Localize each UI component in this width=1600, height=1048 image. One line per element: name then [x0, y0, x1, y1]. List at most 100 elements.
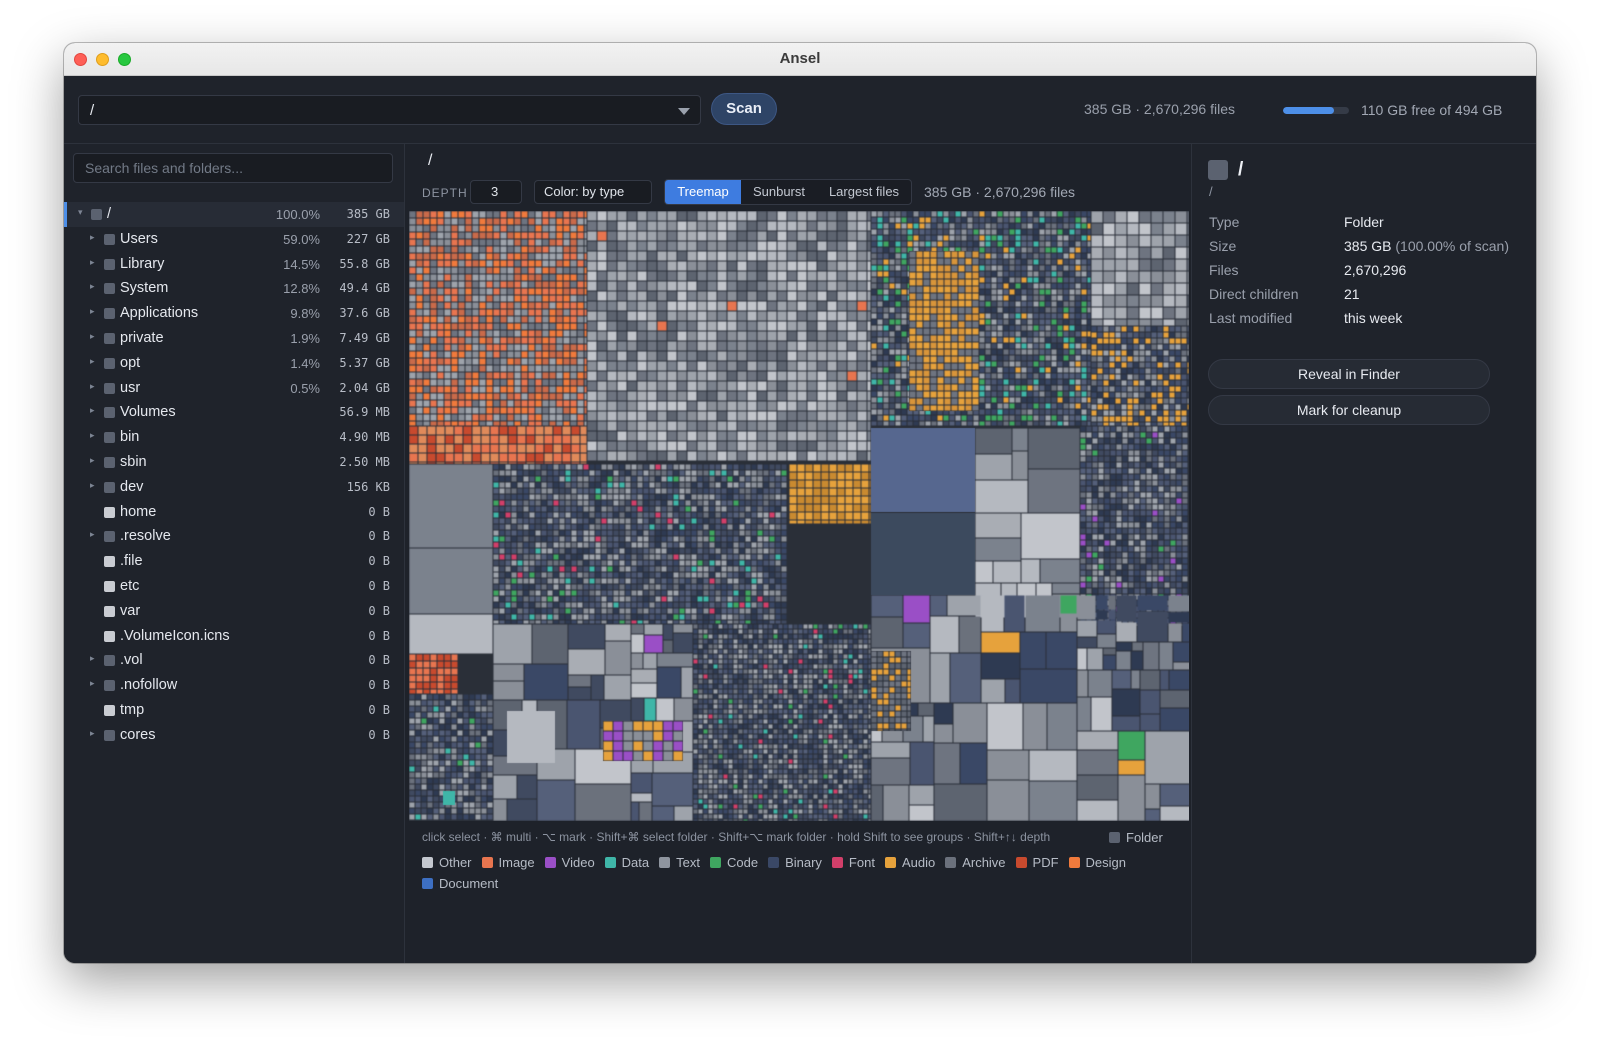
disclosure-closed-icon[interactable]: ▸: [90, 405, 95, 416]
detail-key: Last modified: [1209, 310, 1293, 326]
disclosure-closed-icon[interactable]: ▸: [90, 306, 95, 317]
scan-stats: 385 GB · 2,670,296 files: [1084, 101, 1235, 117]
legend-swatch: [422, 857, 433, 868]
legend-label: Other: [439, 855, 472, 870]
legend-item: Code: [709, 852, 758, 873]
tab-sunburst[interactable]: Sunburst: [741, 180, 817, 204]
tree-row[interactable]: tmp 0 B: [64, 698, 404, 723]
tree-item-size: 0 B: [368, 678, 390, 693]
tree-row[interactable]: ▸ Applications 9.8% 37.6 GB: [64, 301, 404, 326]
legend-item: Image: [481, 852, 535, 873]
tree-row[interactable]: ▸ .nofollow 0 B: [64, 673, 404, 698]
chevron-down-icon[interactable]: [678, 108, 690, 115]
tree-item-name: etc: [120, 577, 140, 594]
scan-button[interactable]: Scan: [711, 93, 777, 125]
tree-row[interactable]: ▸ .vol 0 B: [64, 648, 404, 673]
disclosure-closed-icon[interactable]: ▸: [90, 529, 95, 540]
tree-item-size: 0 B: [368, 578, 390, 593]
legend-item: Data: [604, 852, 649, 873]
legend-swatch: [481, 857, 493, 868]
detail-row: Type Folder: [1209, 214, 1509, 231]
app-window: Ansel / Scan 385 GB · 2,670,296 files 11…: [64, 43, 1536, 963]
tree-item-name: .vol: [120, 652, 143, 669]
disclosure-closed-icon[interactable]: ▸: [90, 678, 95, 689]
legend-swatch: [831, 857, 843, 868]
tree-row[interactable]: ▸ bin 4.90 MB: [64, 425, 404, 450]
reveal-in-finder-button[interactable]: Reveal in Finder: [1208, 359, 1490, 389]
detail-value: this week: [1344, 310, 1403, 326]
tree-item-percent: 12.8%: [283, 281, 320, 297]
tree-item-percent: 9.8%: [290, 306, 320, 322]
title-bar: Ansel: [64, 43, 1536, 76]
color-mode-select[interactable]: Color: by type: [534, 180, 652, 204]
tree-row[interactable]: home 0 B: [64, 500, 404, 525]
legend-label: PDF: [1032, 855, 1059, 870]
folder-swatch-icon: [104, 481, 115, 493]
tree-row[interactable]: ▸ cores 0 B: [64, 723, 404, 748]
disclosure-closed-icon[interactable]: ▸: [90, 232, 95, 243]
disclosure-closed-icon[interactable]: ▸: [90, 455, 95, 466]
search-input[interactable]: [73, 153, 393, 183]
disclosure-closed-icon[interactable]: ▸: [90, 281, 95, 292]
tree-row[interactable]: ▸ opt 1.4% 5.37 GB: [64, 351, 404, 376]
legend-swatch: [1109, 832, 1120, 843]
tree-item-size: 156 KB: [346, 479, 390, 494]
tree-row[interactable]: ▾ / 100.0% 385 GB: [64, 202, 404, 227]
disclosure-closed-icon[interactable]: ▸: [90, 728, 95, 739]
legend-item: Design: [1068, 852, 1126, 873]
disclosure-closed-icon[interactable]: ▸: [90, 653, 95, 664]
tree-row[interactable]: ▸ private 1.9% 7.49 GB: [64, 326, 404, 351]
legend-swatch: [1015, 857, 1027, 868]
tree-row[interactable]: ▸ Users 59.0% 227 GB: [64, 227, 404, 252]
tab-treemap[interactable]: Treemap: [665, 180, 741, 204]
tree-row[interactable]: ▸ usr 0.5% 2.04 GB: [64, 376, 404, 401]
path-selector[interactable]: /: [78, 95, 701, 125]
type-legend: Other Image Video Data Text Code Binary Font Aud…: [422, 852, 1182, 894]
tree-item-name: Library: [120, 255, 165, 272]
tree-row[interactable]: ▸ Volumes 56.9 MB: [64, 400, 404, 425]
tree-row[interactable]: .file 0 B: [64, 549, 404, 574]
breadcrumb[interactable]: /: [428, 152, 432, 170]
disclosure-closed-icon[interactable]: ▸: [90, 381, 95, 392]
disclosure-closed-icon[interactable]: ▸: [90, 480, 95, 491]
treemap-canvas[interactable]: [409, 211, 1189, 821]
detail-properties: Type Folder Size 385 GB (100.00% of scan) Fi…: [1209, 214, 1509, 334]
disclosure-open-icon[interactable]: ▾: [78, 207, 83, 218]
tree-row[interactable]: ▸ sbin 2.50 MB: [64, 450, 404, 475]
legend-item: Other: [422, 852, 472, 873]
tree-row[interactable]: ▸ .resolve 0 B: [64, 524, 404, 549]
legend-swatch: [422, 878, 433, 889]
tree-item-name: .resolve: [120, 528, 171, 545]
detail-row: Size 385 GB (100.00% of scan): [1209, 238, 1509, 255]
legend-label: Archive: [962, 855, 1006, 870]
file-swatch-icon: [104, 605, 115, 617]
disclosure-closed-icon[interactable]: ▸: [90, 331, 95, 342]
legend-swatch: [604, 857, 616, 868]
tree-row[interactable]: ▸ System 12.8% 49.4 GB: [64, 276, 404, 301]
tree-row[interactable]: var 0 B: [64, 599, 404, 624]
detail-value: Folder: [1344, 214, 1384, 230]
folder-swatch-icon: [104, 258, 115, 270]
treemap[interactable]: [409, 211, 1189, 821]
tree-item-name: dev: [120, 478, 144, 495]
depth-input[interactable]: 3: [470, 180, 522, 204]
legend-swatch: [945, 857, 957, 868]
tree-row[interactable]: ▸ dev 156 KB: [64, 475, 404, 500]
disk-usage-fill: [1283, 107, 1335, 114]
detail-key: Type: [1209, 214, 1240, 230]
file-swatch-icon: [104, 506, 115, 518]
tree-row[interactable]: .VolumeIcon.icns 0 B: [64, 624, 404, 649]
legend-label: Video: [561, 855, 595, 870]
folder-swatch-icon: [104, 456, 115, 468]
disclosure-closed-icon[interactable]: ▸: [90, 257, 95, 268]
disclosure-closed-icon[interactable]: ▸: [90, 430, 95, 441]
folder-swatch-icon: [104, 357, 115, 369]
toolbar: / Scan 385 GB · 2,670,296 files 110 GB f…: [64, 76, 1536, 144]
disclosure-closed-icon[interactable]: ▸: [90, 356, 95, 367]
tree-row[interactable]: ▸ Library 14.5% 55.8 GB: [64, 252, 404, 277]
tab-largest-files[interactable]: Largest files: [817, 180, 911, 204]
mark-for-cleanup-button[interactable]: Mark for cleanup: [1208, 395, 1490, 425]
tree-row[interactable]: etc 0 B: [64, 574, 404, 599]
tree-item-name: opt: [120, 354, 141, 371]
detail-path: /: [1209, 184, 1213, 199]
